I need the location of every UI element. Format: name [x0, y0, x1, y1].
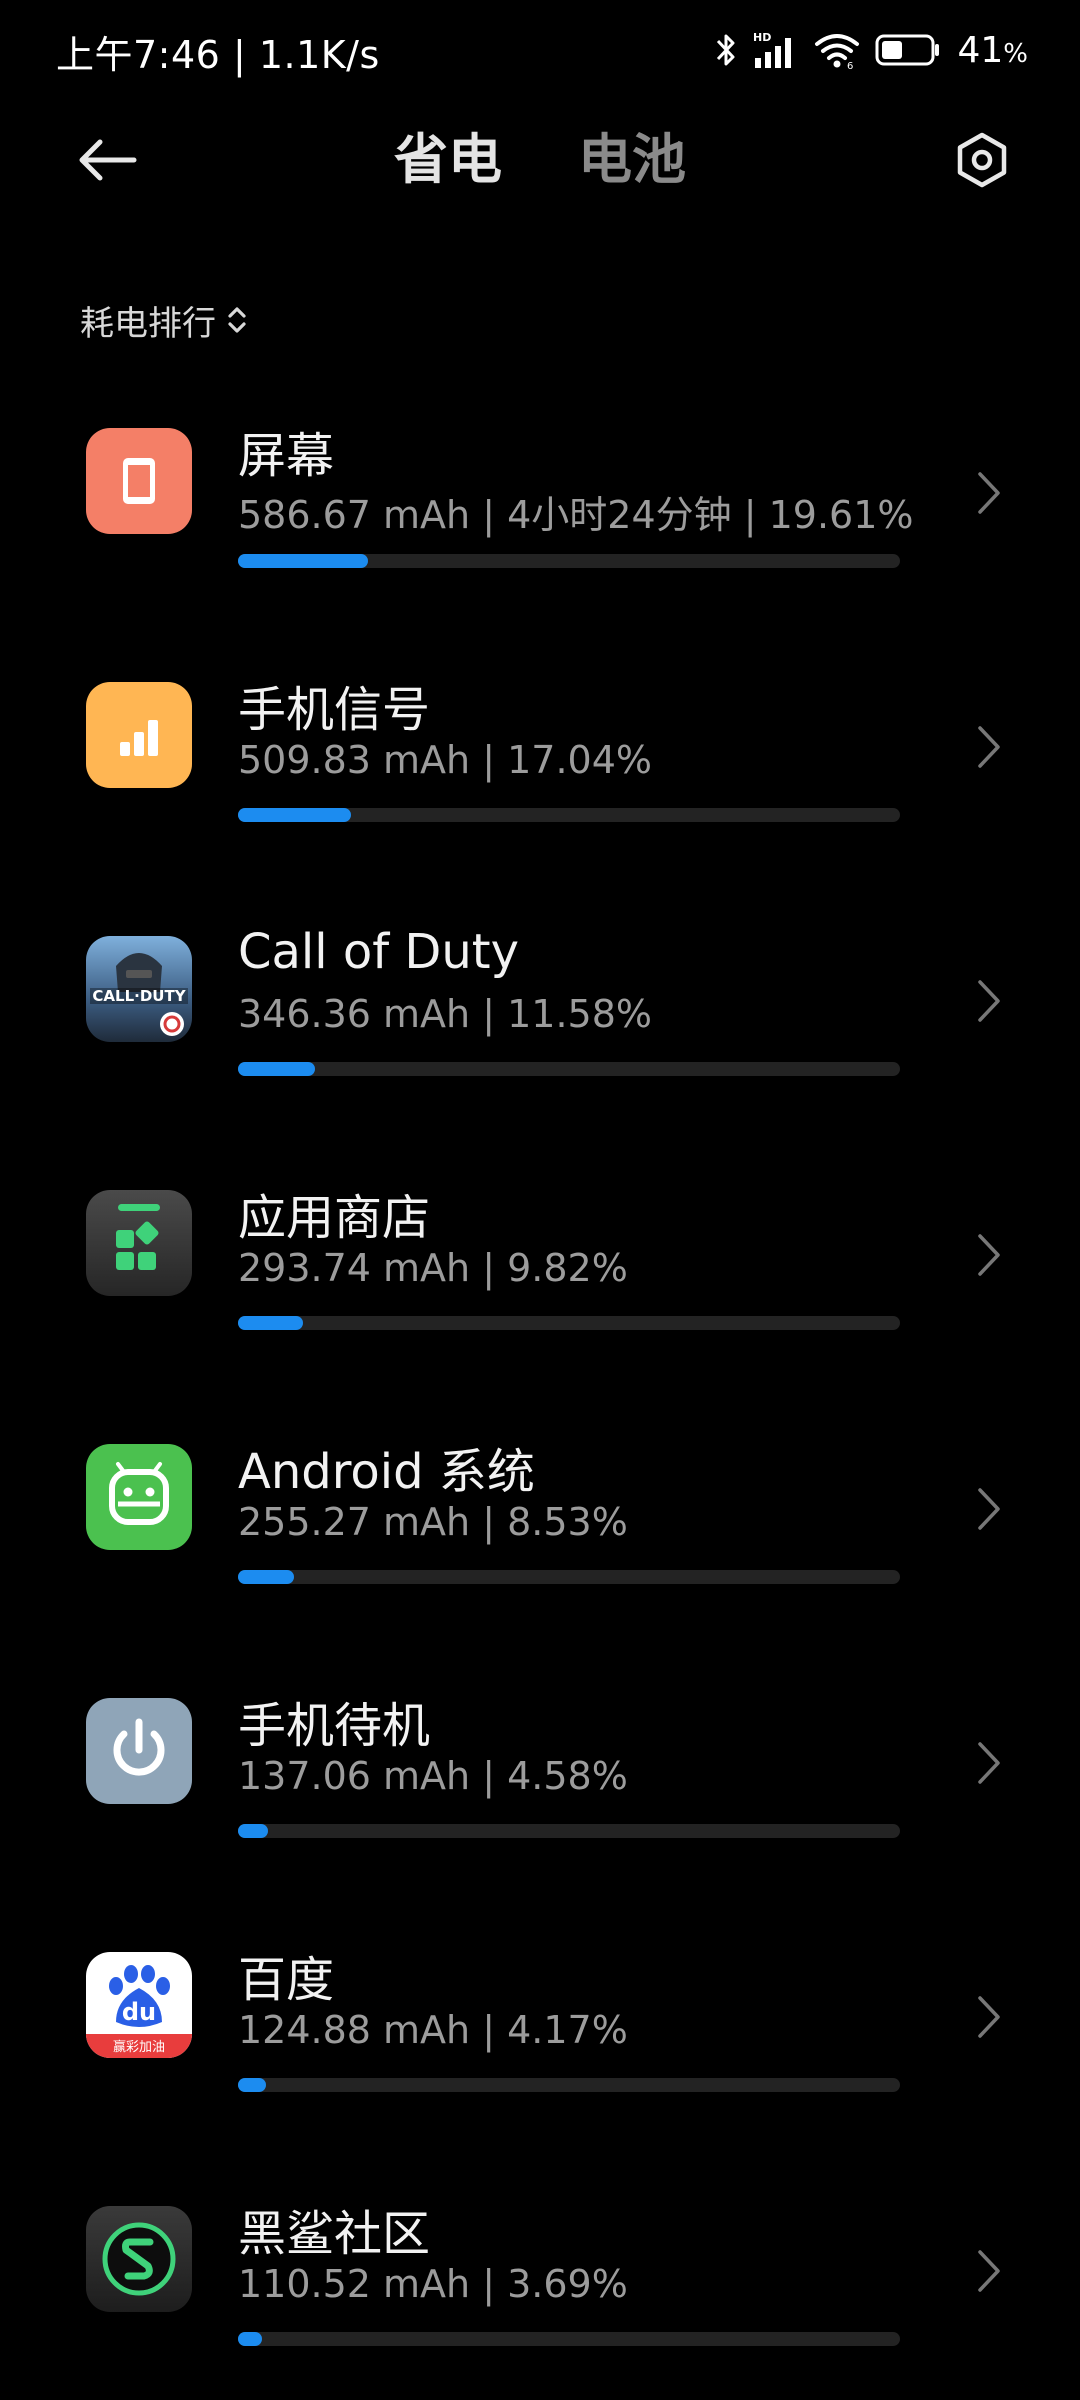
usage-bar — [238, 1824, 900, 1838]
item-name: 百度 — [238, 1952, 335, 2008]
usage-bar-fill — [238, 1570, 295, 1584]
list-item[interactable]: 黑鲨社区 110.52 mAh | 3.69% — [0, 2178, 1080, 2400]
battery-icon — [875, 34, 940, 66]
power-icon — [86, 1698, 192, 1804]
item-stats: 124.88 mAh | 4.17% — [238, 2008, 628, 2052]
arrow-left-icon — [79, 139, 137, 181]
item-name: 手机信号 — [238, 682, 431, 738]
sort-label: 耗电排行 — [80, 303, 216, 344]
usage-bar-fill — [238, 1316, 303, 1330]
sort-updown-icon — [228, 307, 246, 333]
tab-battery[interactable]: 电池 — [578, 124, 686, 196]
status-time: 上午7:46 — [56, 33, 221, 77]
usage-bar — [238, 554, 900, 568]
usage-bar — [238, 2078, 900, 2092]
usage-bar — [238, 2332, 900, 2346]
svg-text:赢彩加油: 赢彩加油 — [113, 2039, 165, 2055]
battery-percent: 41% — [957, 29, 1028, 71]
hd-signal-icon: HD — [753, 31, 792, 68]
usage-bar — [238, 808, 900, 822]
chevron-right-icon — [978, 2250, 1000, 2292]
wifi-icon: 6 — [815, 34, 860, 70]
chevron-right-icon — [978, 1996, 1000, 2038]
svg-text:6: 6 — [847, 61, 853, 70]
status-icons: HD 6 41% — [715, 26, 1028, 74]
item-stats: 137.06 mAh | 4.58% — [238, 1754, 628, 1798]
usage-bar — [238, 1062, 900, 1076]
screen-icon — [86, 428, 192, 534]
item-name: Android 系统 — [238, 1444, 535, 1500]
baidu-icon: du 赢彩加油 — [86, 1952, 192, 2058]
list-item[interactable]: Android 系统 255.27 mAh | 8.53% — [0, 1416, 1080, 1670]
sort-dropdown[interactable]: 耗电排行 — [80, 296, 248, 344]
usage-bar — [238, 1570, 900, 1584]
usage-bar-fill — [238, 1062, 315, 1076]
battery-usage-screen: 上午7:46 | 1.1K/s HD 6 41% 省电 电池 耗电排行 屏幕 5… — [0, 0, 1080, 2400]
list-item[interactable]: CALL·DUTY Call of Duty 346.36 mAh | 11.5… — [0, 908, 1080, 1162]
item-name: 屏幕 — [238, 428, 335, 484]
item-stats: 255.27 mAh | 8.53% — [238, 1500, 628, 1544]
usage-bar — [238, 1316, 900, 1330]
list-item[interactable]: 屏幕 586.67 mAh | 4小时24分钟 | 19.61% — [0, 400, 1080, 654]
item-name: Call of Duty — [238, 924, 519, 980]
item-stats: 346.36 mAh | 11.58% — [238, 992, 652, 1036]
usage-bar-fill — [238, 1824, 269, 1838]
list-item[interactable]: 手机信号 509.83 mAh | 17.04% — [0, 654, 1080, 908]
usage-bar-fill — [238, 808, 351, 822]
usage-bar-fill — [238, 554, 368, 568]
chevron-right-icon — [978, 726, 1000, 768]
app-store-icon — [86, 1190, 192, 1296]
black-shark-icon — [86, 2206, 192, 2312]
item-name: 应用商店 — [238, 1190, 431, 1246]
header: 省电 电池 — [0, 110, 1080, 210]
network-speed: 1.1K/s — [258, 33, 380, 77]
status-bar: 上午7:46 | 1.1K/s HD 6 41% — [0, 0, 1080, 100]
list-item[interactable]: 应用商店 293.74 mAh | 9.82% — [0, 1162, 1080, 1416]
item-stats: 509.83 mAh | 17.04% — [238, 738, 652, 782]
settings-button[interactable] — [952, 130, 1012, 190]
status-time-speed: 上午7:46 | 1.1K/s — [56, 33, 380, 77]
svg-text:HD: HD — [753, 31, 771, 44]
usage-bar-fill — [238, 2078, 266, 2092]
svg-text:CALL·DUTY: CALL·DUTY — [92, 987, 186, 1005]
list-item[interactable]: 手机待机 137.06 mAh | 4.58% — [0, 1670, 1080, 1924]
call-of-duty-icon: CALL·DUTY — [86, 936, 192, 1042]
item-stats: 110.52 mAh | 3.69% — [238, 2262, 628, 2306]
list-item[interactable]: du 赢彩加油 百度 124.88 mAh | 4.17% — [0, 1924, 1080, 2178]
item-stats: 586.67 mAh | 4小时24分钟 | 19.61% — [238, 493, 914, 537]
back-button[interactable] — [72, 130, 142, 190]
chevron-right-icon — [978, 1742, 1000, 1784]
item-name: 黑鲨社区 — [238, 2206, 431, 2262]
tab-power-saving[interactable]: 省电 — [394, 124, 502, 196]
chevron-right-icon — [978, 1234, 1000, 1276]
android-icon — [86, 1444, 192, 1550]
svg-text:du: du — [122, 1998, 156, 2026]
item-name: 手机待机 — [238, 1698, 431, 1754]
chevron-right-icon — [978, 980, 1000, 1022]
chevron-right-icon — [978, 472, 1000, 514]
bluetooth-icon — [717, 34, 735, 66]
chevron-right-icon — [978, 1488, 1000, 1530]
signal-icon — [86, 682, 192, 788]
item-stats: 293.74 mAh | 9.82% — [238, 1246, 628, 1290]
usage-bar-fill — [238, 2332, 263, 2346]
settings-hexagon-icon — [957, 132, 1007, 188]
